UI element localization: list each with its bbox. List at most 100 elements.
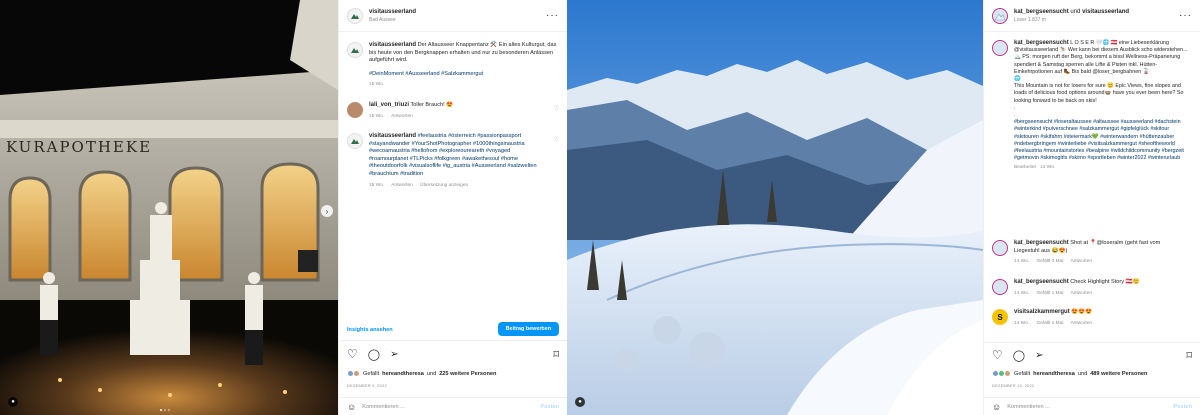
reply-button[interactable]: Antworten	[1070, 291, 1092, 296]
comment-input[interactable]: Kommentieren ...	[1007, 404, 1050, 410]
likes-summary[interactable]: Gefällt hereandtheresa und 489 weitere P…	[992, 370, 1147, 377]
post-author[interactable]: visitausseerland	[369, 8, 546, 16]
caption-author[interactable]: kat_bergseensucht	[1014, 40, 1069, 46]
post-1-photo[interactable]: KURAPOTHEKE › ●	[0, 0, 338, 415]
comment-author[interactable]: kat_bergseensucht	[1014, 240, 1069, 246]
post-2: ● kat_bergseensucht und visitausseerland…	[567, 0, 1200, 415]
post-1-header: visitausseerland Bad Aussee ···	[339, 0, 567, 32]
post-comment-button[interactable]: Posten	[1173, 404, 1192, 410]
comment-author[interactable]: visitausseerland	[369, 133, 416, 139]
loser-mountain-photo	[567, 0, 983, 415]
post-comment-button[interactable]: Posten	[540, 404, 559, 410]
like-comment-icon[interactable]: ♡	[554, 137, 559, 145]
comment-text: 😍😍😍	[1071, 309, 1093, 315]
tagged-users-icon[interactable]: ●	[575, 397, 585, 407]
caption-author[interactable]: visitausseerland	[369, 42, 416, 48]
reply-button[interactable]: Antworten	[1070, 259, 1092, 264]
like-comment-icon[interactable]: ♡	[554, 106, 559, 114]
comment-likes[interactable]: Gefällt 1 Mal	[1036, 291, 1063, 296]
comment-item: S visitsalzkammergut 😍😍😍 14 Wo. Gefällt …	[992, 309, 1192, 327]
comment-likes[interactable]: Gefällt 1 Mal	[1036, 321, 1063, 326]
share-icon[interactable]: ➢	[390, 349, 398, 360]
caption: visitausseerland Der Altausseer Knappent…	[347, 42, 559, 89]
comment-item: visitausseerland #feelaustria #österreic…	[347, 133, 559, 189]
bookmark-icon[interactable]: ⌑	[1186, 349, 1192, 362]
comment-input[interactable]: Kommentieren ...	[362, 404, 405, 410]
emoji-icon[interactable]: ☺	[347, 402, 356, 412]
add-comment-bar: ☺ Kommentieren ... Posten	[984, 397, 1200, 415]
avatar[interactable]	[347, 42, 363, 58]
comment-age: 14 Wo.	[1014, 320, 1030, 326]
comment-author[interactable]: visitsalzkammergut	[1014, 309, 1070, 315]
reply-button[interactable]: Antworten	[391, 114, 413, 119]
comment-item: lali_von_triuzi Toller Brauch! 😍 15 Wo. …	[347, 102, 559, 120]
caption-age: 15 Wo.	[369, 82, 385, 88]
avatar[interactable]	[992, 40, 1008, 56]
translate-button[interactable]: Übersetzung anzeigen	[420, 183, 468, 188]
avatar[interactable]	[347, 102, 363, 118]
comment-icon[interactable]: ◯	[368, 348, 380, 361]
likes-by[interactable]: hereandtheresa	[1033, 371, 1075, 377]
kurapotheke-sign: KURAPOTHEKE	[6, 138, 152, 156]
post-location[interactable]: Bad Aussee	[369, 16, 546, 24]
like-icon[interactable]: ♡	[347, 347, 358, 361]
more-options-icon[interactable]: ···	[546, 10, 559, 21]
comment-age: 14 Wo.	[1014, 290, 1030, 296]
likes-prefix: Gefällt	[1014, 370, 1031, 377]
insights-link[interactable]: Insights ansehen	[347, 327, 393, 333]
avatar[interactable]	[347, 7, 363, 24]
reply-button[interactable]: Antworten	[1070, 321, 1092, 326]
avatar[interactable]: S	[992, 309, 1008, 325]
likes-others[interactable]: 489 weitere Personen	[1090, 371, 1147, 377]
caption-separator-2: .	[1014, 112, 1016, 119]
bookmark-icon[interactable]: ⌑	[553, 348, 559, 361]
comment-text: Check Highlight Story 🇦🇹☺️	[1070, 279, 1140, 285]
caption-english: This Mountain is not for losers for sure…	[1014, 83, 1184, 104]
next-slide-button[interactable]: ›	[321, 205, 333, 217]
post-author[interactable]: kat_bergseensucht	[1014, 9, 1069, 15]
coauthor[interactable]: visitausseerland	[1082, 9, 1129, 15]
like-icon[interactable]: ♡	[992, 348, 1003, 362]
carousel-indicator	[160, 409, 170, 411]
coauthor-connector: und	[1070, 8, 1081, 15]
likes-others[interactable]: 225 weitere Personen	[439, 371, 496, 377]
avatar[interactable]	[347, 133, 363, 149]
tagged-users-icon[interactable]: ●	[8, 397, 18, 407]
post-2-photo[interactable]: ●	[567, 0, 983, 415]
caption-hashtags[interactable]: #bergseensucht #loseraltaussee #altausse…	[1014, 119, 1192, 162]
post-date: DEZEMBER 9, 2022	[347, 383, 387, 388]
comment-age: 15 Wo.	[369, 113, 385, 119]
likes-summary[interactable]: Gefällt hereandtheresa und 225 weitere P…	[347, 370, 496, 377]
post-2-actions: ♡ ◯ ➢ ⌑ Gefällt hereandtheresa und 489 w…	[984, 342, 1200, 397]
emoji-icon[interactable]: ☺	[992, 402, 1001, 412]
more-options-icon[interactable]: ···	[1179, 10, 1192, 21]
comment-icon[interactable]: ◯	[1013, 349, 1025, 362]
avatar[interactable]	[992, 279, 1008, 295]
post-date: DEZEMBER 14, 2022	[992, 383, 1035, 388]
reply-button[interactable]: Antworten	[391, 183, 413, 188]
caption-separator-1: .	[1014, 104, 1016, 111]
comment-text[interactable]: #feelaustria #österreich #passionpasspor…	[369, 133, 537, 177]
avatar[interactable]	[992, 240, 1008, 256]
likes-middle: und	[1077, 370, 1088, 377]
comment-author[interactable]: lali_von_triuzi	[369, 102, 409, 108]
caption-hashtags[interactable]: #DeinMoment #Ausseerland #Salzkammergut	[369, 71, 559, 79]
comment-age: 15 Wo.	[369, 182, 385, 188]
caption-edited: Bearbeitet · 14 Wo.	[1014, 165, 1056, 171]
comment-likes[interactable]: Gefällt 3 Mal	[1036, 259, 1063, 264]
comment-author[interactable]: kat_bergseensucht	[1014, 279, 1069, 285]
post-location[interactable]: Loser 1.837 m	[1014, 16, 1179, 24]
knappentanz-photo: KURAPOTHEKE	[0, 0, 338, 415]
comment-item: kat_bergseensucht Check Highlight Story …	[992, 279, 1192, 297]
likes-middle: und	[426, 370, 437, 377]
comment-item: kat_bergseensucht Shot at 📍@loseralm (ge…	[992, 240, 1192, 266]
post-1: KURAPOTHEKE › ● visitausseerland Bad Aus…	[0, 0, 567, 415]
post-1-actions: ♡ ◯ ➢ ⌑ Gefällt hereandtheresa und 225 w…	[339, 340, 567, 397]
share-icon[interactable]: ➢	[1035, 350, 1043, 361]
likes-by[interactable]: hereandtheresa	[382, 371, 424, 377]
add-comment-bar: ☺ Kommentieren ... Posten	[339, 397, 567, 415]
post-2-sidebar: kat_bergseensucht und visitausseerland L…	[983, 0, 1200, 415]
comment-age: 14 Wo.	[1014, 259, 1030, 265]
boost-post-button[interactable]: Beitrag bewerben	[497, 322, 559, 336]
avatar[interactable]	[992, 7, 1008, 24]
